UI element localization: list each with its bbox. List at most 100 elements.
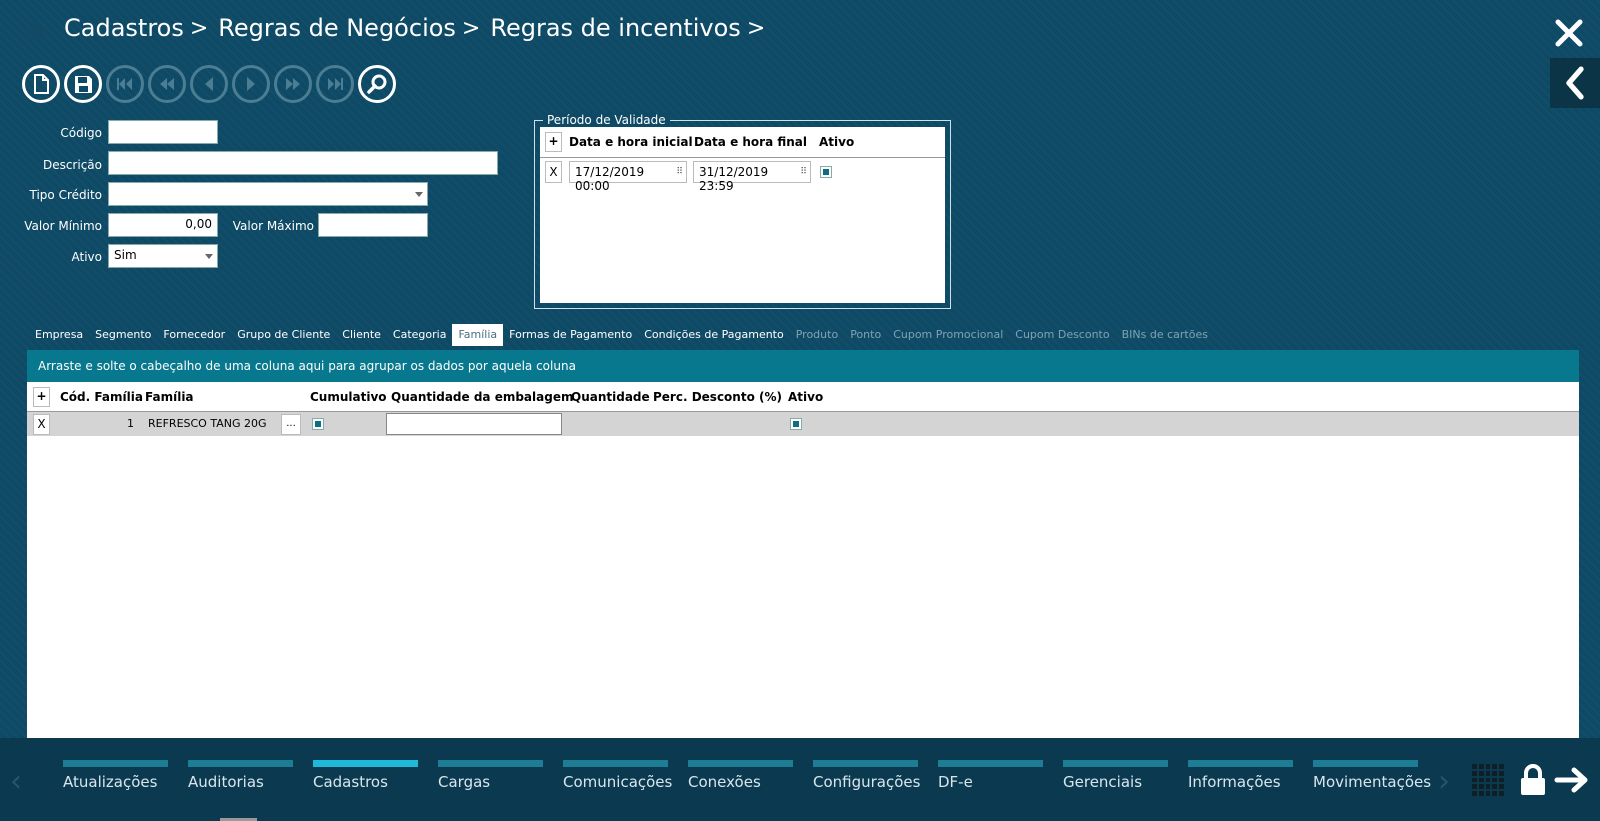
module-label: DF-e xyxy=(938,773,973,791)
ativo-checkbox[interactable] xyxy=(790,418,802,430)
tab-familia[interactable]: Família xyxy=(452,324,504,346)
module-conexoes[interactable]: Conexões xyxy=(688,738,813,821)
lock-icon[interactable] xyxy=(1518,764,1548,796)
save-button[interactable] xyxy=(64,65,102,103)
search-button[interactable] xyxy=(358,65,396,103)
module-comunicacoes[interactable]: Comunicações xyxy=(563,738,688,821)
previous-record-button[interactable] xyxy=(190,65,228,103)
module-cargas[interactable]: Cargas xyxy=(438,738,563,821)
new-document-button[interactable] xyxy=(22,65,60,103)
module-indicator xyxy=(938,760,1043,767)
module-indicator xyxy=(563,760,668,767)
add-validity-button[interactable]: + xyxy=(545,132,562,152)
valor-maximo-input[interactable] xyxy=(318,213,428,237)
tab-grupo-cliente[interactable]: Grupo de Cliente xyxy=(231,324,336,346)
rewind-button[interactable] xyxy=(148,65,186,103)
column-header-start[interactable]: Data e hora inicial xyxy=(569,135,693,149)
dropdown-arrow-icon xyxy=(415,192,423,197)
previous-icon xyxy=(205,77,213,91)
breadcrumb-item-cadastros[interactable]: Cadastros xyxy=(64,14,184,42)
module-indicator xyxy=(688,760,793,767)
tab-cupom-promocional[interactable]: Cupom Promocional xyxy=(887,324,1009,346)
collapse-panel-button[interactable] xyxy=(1550,58,1600,108)
start-datetime-input[interactable]: 17/12/2019 00:00 ⠿ xyxy=(569,161,687,193)
tab-bins-cartoes[interactable]: BINs de cartões xyxy=(1116,324,1214,346)
column-header-qtd-embalagem[interactable]: Quantidade da embalagem xyxy=(391,390,573,404)
last-record-button[interactable] xyxy=(316,65,354,103)
breadcrumb: Cadastros > Regras de Negócios > Regras … xyxy=(64,14,775,42)
new-document-icon xyxy=(34,74,49,94)
dropdown-arrow-icon xyxy=(205,254,213,259)
module-gerenciais[interactable]: Gerenciais xyxy=(1063,738,1188,821)
column-header-end[interactable]: Data e hora final xyxy=(694,135,807,149)
chevron-right-icon[interactable]: › xyxy=(1438,764,1450,799)
column-header-perc-desconto[interactable]: Perc. Desconto (%) xyxy=(653,390,782,404)
tab-empresa[interactable]: Empresa xyxy=(29,324,89,346)
breadcrumb-item-regras-incentivos[interactable]: Regras de incentivos xyxy=(490,14,740,42)
tab-cliente[interactable]: Cliente xyxy=(336,324,387,346)
first-record-button[interactable] xyxy=(106,65,144,103)
remove-row-button[interactable]: X xyxy=(33,414,50,435)
cumulativo-checkbox[interactable] xyxy=(312,418,324,430)
ativo-value: Sim xyxy=(114,248,137,262)
close-icon[interactable] xyxy=(1554,18,1584,48)
module-label: Cargas xyxy=(438,773,491,791)
module-label: Comunicações xyxy=(563,773,673,791)
breadcrumb-separator: > xyxy=(746,15,766,41)
column-header-quantidade[interactable]: Quantidade xyxy=(571,390,650,404)
last-record-icon xyxy=(328,78,343,90)
tab-segmento[interactable]: Segmento xyxy=(89,324,157,346)
tab-categoria[interactable]: Categoria xyxy=(387,324,453,346)
module-configuracoes[interactable]: Configurações xyxy=(813,738,938,821)
favorite-star-icon[interactable]: ★ xyxy=(18,15,52,51)
add-row-button[interactable]: + xyxy=(33,387,50,407)
valor-maximo-label: Valor Máximo xyxy=(232,219,314,233)
lookup-button[interactable]: ... xyxy=(281,414,301,435)
module-cadastros[interactable]: Cadastros xyxy=(313,738,438,821)
tab-condicoes-pagamento[interactable]: Condições de Pagamento xyxy=(638,324,790,346)
rewind-icon xyxy=(160,78,174,90)
codigo-input[interactable] xyxy=(108,120,218,144)
end-datetime-input[interactable]: 31/12/2019 23:59 ⠿ xyxy=(693,161,811,193)
module-atualizacoes[interactable]: Atualizações xyxy=(63,738,188,821)
ativo-label: Ativo xyxy=(71,250,102,264)
group-by-drop-area[interactable]: Arraste e solte o cabeçalho de uma colun… xyxy=(27,350,1579,382)
tipo-credito-select[interactable] xyxy=(108,182,428,206)
fast-forward-button[interactable] xyxy=(274,65,312,103)
column-header-familia[interactable]: Família xyxy=(145,390,194,404)
breadcrumb-item-regras-negocios[interactable]: Regras de Negócios xyxy=(218,14,456,42)
datetime-picker-icon[interactable]: ⠿ xyxy=(676,167,683,177)
column-header-ativo[interactable]: Ativo xyxy=(788,390,823,404)
module-informacoes[interactable]: Informações xyxy=(1188,738,1313,821)
remove-validity-button[interactable]: X xyxy=(545,161,562,183)
valor-minimo-label: Valor Mínimo xyxy=(24,219,102,233)
module-indicator xyxy=(188,760,293,767)
module-movimentacoes[interactable]: Movimentações xyxy=(1313,738,1438,821)
qtd-embalagem-input[interactable] xyxy=(386,413,562,435)
descricao-input[interactable] xyxy=(108,151,498,175)
module-label: Atualizações xyxy=(63,773,158,791)
detail-tabs: Empresa Segmento Fornecedor Grupo de Cli… xyxy=(29,324,1214,346)
valor-minimo-input[interactable]: 0,00 xyxy=(108,213,218,237)
breadcrumb-separator: > xyxy=(461,15,481,41)
module-auditorias[interactable]: Auditorias xyxy=(188,738,313,821)
tab-formas-pagamento[interactable]: Formas de Pagamento xyxy=(503,324,638,346)
tab-fornecedor[interactable]: Fornecedor xyxy=(157,324,231,346)
logout-arrow-icon[interactable] xyxy=(1554,766,1590,794)
module-dfe[interactable]: DF-e xyxy=(938,738,1063,821)
column-header-cumulativo[interactable]: Cumulativo xyxy=(310,390,387,404)
module-label: Cadastros xyxy=(313,773,388,791)
column-header-active[interactable]: Ativo xyxy=(819,135,854,149)
apps-grid-icon[interactable] xyxy=(1472,764,1504,796)
datetime-picker-icon[interactable]: ⠿ xyxy=(800,167,807,177)
chevron-left-icon[interactable]: ‹ xyxy=(10,764,22,799)
column-header-cod-familia[interactable]: Cód. Família xyxy=(60,390,143,404)
tab-produto[interactable]: Produto xyxy=(790,324,844,346)
tab-cupom-desconto[interactable]: Cupom Desconto xyxy=(1009,324,1115,346)
ativo-select[interactable]: Sim xyxy=(108,244,218,268)
next-record-button[interactable] xyxy=(232,65,270,103)
tab-ponto[interactable]: Ponto xyxy=(844,324,887,346)
validity-active-checkbox[interactable] xyxy=(820,166,832,178)
table-row[interactable]: X 1 REFRESCO TANG 20G ... xyxy=(27,412,1579,436)
module-indicator xyxy=(313,760,418,767)
